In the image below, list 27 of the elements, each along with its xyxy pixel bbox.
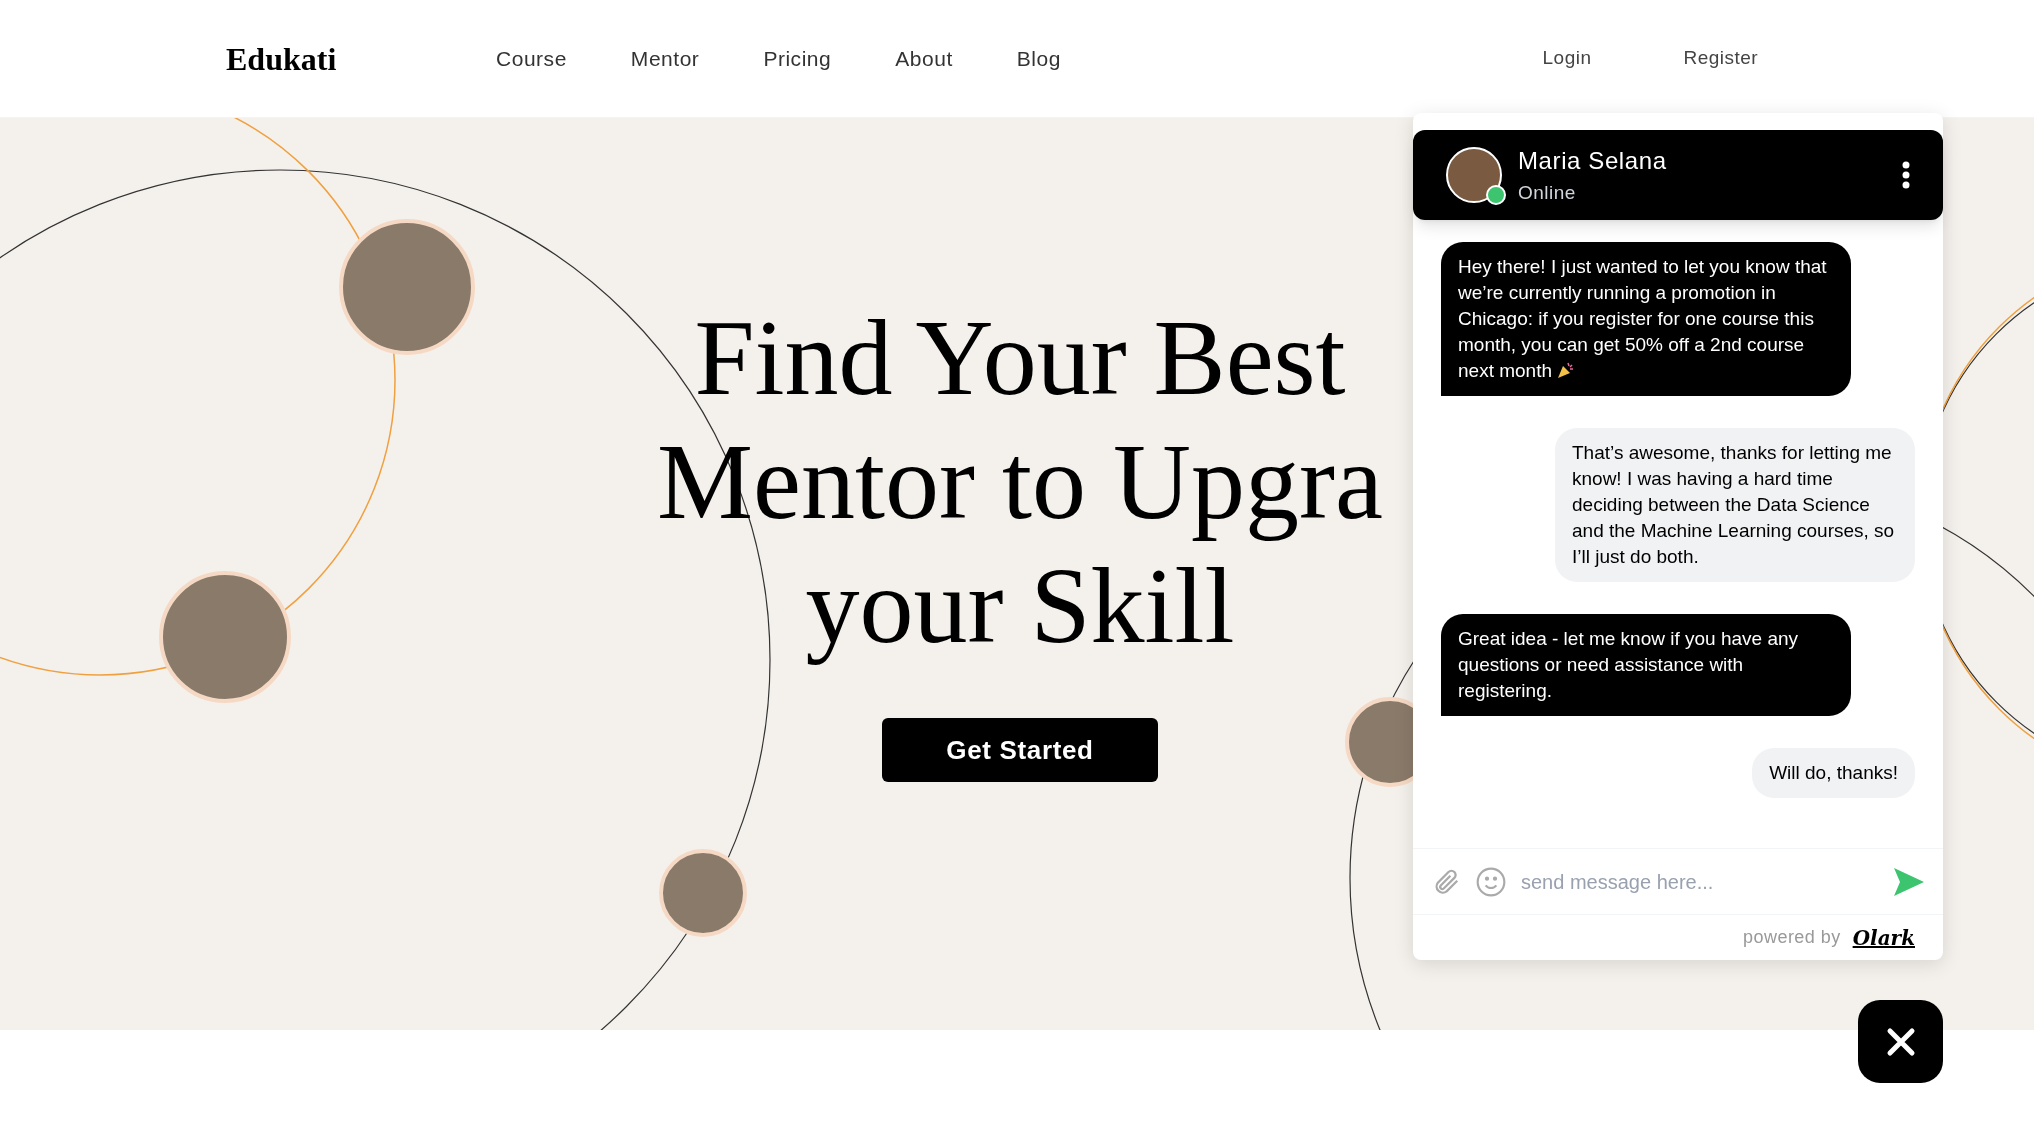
nav-link[interactable]: Course xyxy=(496,42,567,75)
message-input[interactable]: send message here... xyxy=(1521,866,1879,897)
agent-status: Online xyxy=(1518,180,1577,205)
nav-link[interactable]: Blog xyxy=(1016,42,1061,75)
close-button[interactable] xyxy=(1858,1000,1943,1083)
hero-headline: Find Your Best xyxy=(694,297,1346,419)
emoji-icon[interactable] xyxy=(1475,865,1507,898)
nav-link[interactable]: About xyxy=(895,42,953,75)
chat-message: Great idea - let me know if you have any questions or need assistance with registering. xyxy=(1441,614,1851,716)
chat-message: Will do, thanks! xyxy=(1752,748,1915,798)
nav-link[interactable]: Pricing xyxy=(763,42,832,75)
nav-link[interactable]: Mentor xyxy=(630,42,700,75)
hero-headline: your Skill xyxy=(805,545,1235,667)
agent-name: Maria Selana xyxy=(1518,145,1667,176)
hero-headline: Mentor to Upgra xyxy=(657,421,1383,543)
send-icon[interactable] xyxy=(1893,866,1925,897)
chat-message: That’s awesome, thanks for letting me know! I was having a hard time deciding between the Data Science and the Machine Learning courses, so I’ll just do both. xyxy=(1555,428,1915,582)
site-logo[interactable]: Edukati xyxy=(226,34,476,83)
close-icon xyxy=(1885,1026,1916,1057)
auth-link[interactable]: Login xyxy=(1542,44,1592,73)
auth-link[interactable]: Register xyxy=(1683,44,1758,73)
chat-message: Hey there! I just wanted to let you know that we’re currently running a promotion in Chicago: if you register for one course this month, you can get 50% off a 2nd course next month xyxy=(1441,242,1851,396)
brand-logo[interactable]: Olark xyxy=(1852,922,1915,953)
powered-by-text: powered by xyxy=(1743,926,1841,949)
agent-avatar-placeholder xyxy=(1446,147,1502,203)
get-started-button[interactable]: Get Started xyxy=(882,718,1158,782)
more-options-icon[interactable] xyxy=(1902,161,1910,189)
